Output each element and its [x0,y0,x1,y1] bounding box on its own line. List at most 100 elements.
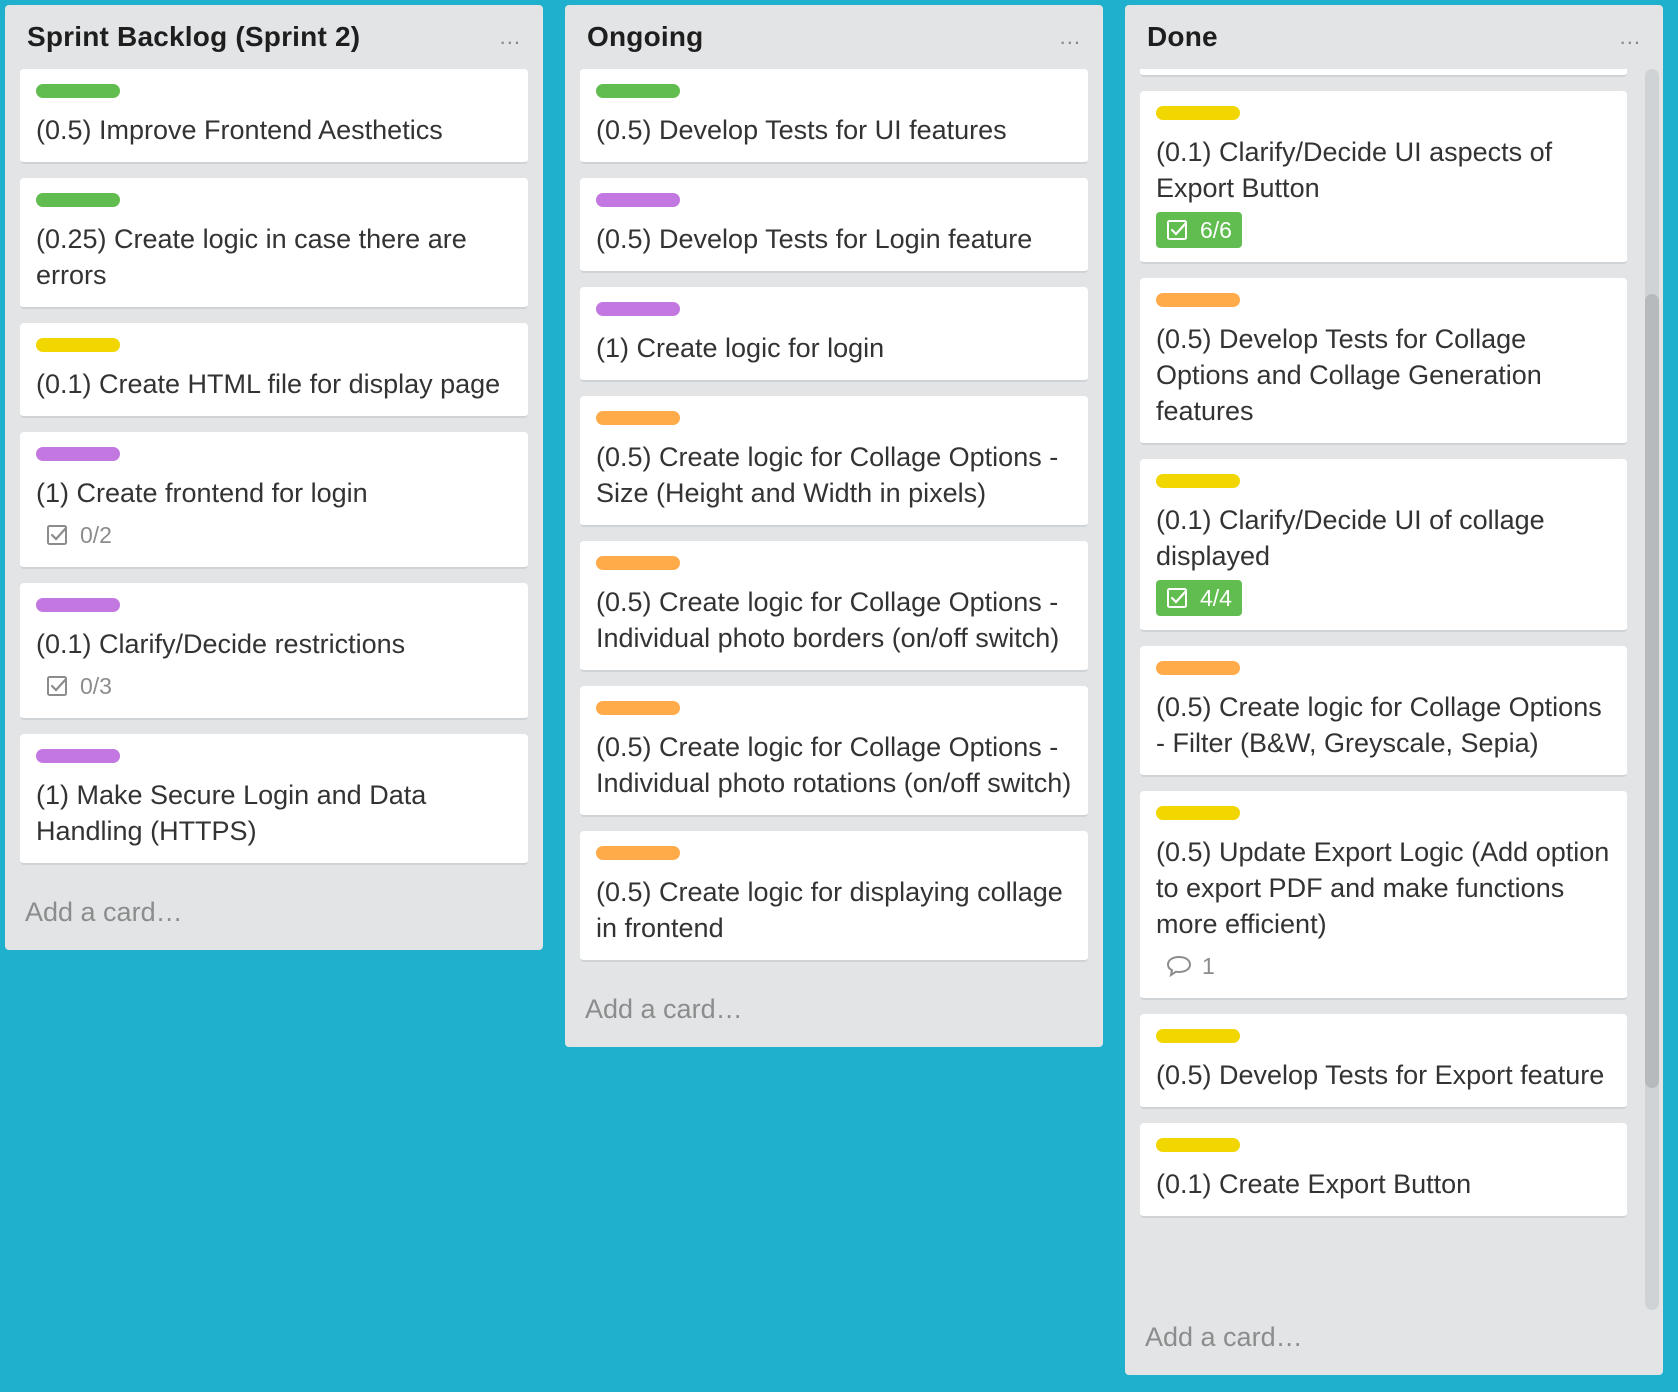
card-label-orange[interactable] [596,846,680,860]
ellipsis-icon[interactable]: ... [1620,26,1641,48]
card[interactable]: (0.5) Develop Tests for UI features [580,69,1088,164]
card-title: (0.5) Create logic for Collage Options -… [596,442,1059,508]
card-title: (0.25) Create logic in case there are er… [36,224,467,290]
card-label-yellow[interactable] [1156,106,1240,120]
list-done: Done ... (0.1) Clarify/Decide UI aspects… [1125,5,1663,1375]
checklist-icon [1167,220,1188,240]
checklist-icon [47,525,68,545]
card[interactable]: (0.5) Create logic for Collage Options -… [580,541,1088,672]
card-title: (1) Make Secure Login and Data Handling … [36,780,427,846]
card-title: (1) Create logic for login [596,333,885,363]
checklist-count: 0/3 [80,672,112,699]
card[interactable]: (0.5) Update Export Logic (Add option to… [1140,791,1627,1000]
card[interactable]: (0.5) Develop Tests for Login feature [580,178,1088,273]
card-label-yellow[interactable] [1156,474,1240,488]
card-title: (0.5) Update Export Logic (Add option to… [1156,837,1610,939]
card-partial[interactable] [1140,69,1627,77]
add-card-button[interactable]: Add a card… [565,976,1103,1047]
card[interactable]: (1) Make Secure Login and Data Handling … [20,734,528,865]
checklist-icon [47,676,68,696]
board: Sprint Backlog (Sprint 2) ... (0.5) Impr… [0,0,1678,1392]
checklist-badge: 0/2 [36,517,122,553]
card[interactable]: (0.1) Create HTML file for display page [20,323,528,418]
card-title: (1) Create frontend for login [36,478,368,508]
card-label-orange[interactable] [596,411,680,425]
card-label-yellow[interactable] [36,338,120,352]
list-header: Sprint Backlog (Sprint 2) ... [5,5,543,69]
card-label-orange[interactable] [1156,661,1240,675]
card-list: (0.5) Improve Frontend Aesthetics (0.25) … [5,69,543,865]
ellipsis-icon[interactable]: ... [500,26,521,48]
card[interactable]: (0.5) Create logic for Collage Options -… [580,686,1088,817]
card-badges: 0/2 [36,517,512,553]
checklist-badge: 0/3 [36,668,122,704]
card-title: (0.5) Develop Tests for Export feature [1156,1060,1605,1090]
card[interactable]: (0.1) Clarify/Decide restrictions 0/3 [20,583,528,720]
card-label-purple[interactable] [596,302,680,316]
list-title: Ongoing [587,21,704,52]
list-header: Ongoing ... [565,5,1103,69]
card-label-green[interactable] [36,84,120,98]
list-title: Done [1147,21,1218,52]
card-label-purple[interactable] [36,598,120,612]
card[interactable]: (1) Create frontend for login 0/2 [20,432,528,569]
card[interactable]: (0.5) Create logic for displaying collag… [580,831,1088,962]
card-title: (0.5) Create logic for Collage Options -… [596,587,1060,653]
card[interactable]: (0.5) Develop Tests for Collage Options … [1140,278,1627,445]
card-title: (0.1) Clarify/Decide UI of collage displ… [1156,505,1545,571]
card-label-green[interactable] [596,84,680,98]
card[interactable]: (0.1) Create Export Button [1140,1123,1627,1218]
card-badges: 4/4 [1156,580,1611,616]
scrollbar-thumb[interactable] [1645,294,1659,1088]
card-list: (0.5) Develop Tests for UI features (0.5)… [565,69,1103,962]
add-card-button[interactable]: Add a card… [1125,1310,1663,1375]
checklist-count: 4/4 [1200,584,1232,611]
card-label-purple[interactable] [36,749,120,763]
card-label-yellow[interactable] [1156,1029,1240,1043]
card-label-purple[interactable] [36,447,120,461]
list-title: Sprint Backlog (Sprint 2) [27,21,361,52]
card-badges: 1 [1156,948,1611,984]
card-title: (0.1) Create Export Button [1156,1169,1472,1199]
list-header: Done ... [1125,5,1663,69]
card-label-orange[interactable] [596,701,680,715]
card[interactable]: (0.5) Create logic for Collage Options -… [580,396,1088,527]
card-title: (0.1) Create HTML file for display page [36,369,501,399]
card-title: (0.5) Improve Frontend Aesthetics [36,115,443,145]
card-title: (0.5) Develop Tests for UI features [596,115,1007,145]
card[interactable]: (0.5) Improve Frontend Aesthetics [20,69,528,164]
card-label-yellow[interactable] [1156,806,1240,820]
comment-icon [1166,955,1192,977]
card-label-yellow[interactable] [1156,1138,1240,1152]
card-title: (0.5) Create logic for displaying collag… [596,877,1063,943]
card-badges: 6/6 [1156,212,1611,248]
card-label-orange[interactable] [1156,293,1240,307]
checklist-count: 6/6 [1200,216,1232,243]
card[interactable]: (0.5) Create logic for Collage Options -… [1140,646,1627,777]
checklist-count: 0/2 [80,521,112,548]
card-title: (0.5) Develop Tests for Login feature [596,224,1033,254]
scrollbar[interactable] [1645,69,1659,1310]
card-label-purple[interactable] [596,193,680,207]
card[interactable]: (0.1) Clarify/Decide UI of collage displ… [1140,459,1627,632]
card-title: (0.1) Clarify/Decide restrictions [36,629,406,659]
card-badges: 0/3 [36,668,512,704]
comments-badge: 1 [1156,948,1225,984]
checklist-icon [1167,588,1188,608]
card-list: (0.1) Clarify/Decide UI aspects of Expor… [1125,69,1663,1218]
card[interactable]: (0.1) Clarify/Decide UI aspects of Expor… [1140,91,1627,264]
comments-count: 1 [1202,952,1215,979]
checklist-badge: 6/6 [1156,212,1242,248]
card-title: (0.5) Create logic for Collage Options -… [1156,692,1602,758]
ellipsis-icon[interactable]: ... [1060,26,1081,48]
card-label-orange[interactable] [596,556,680,570]
list-sprint-backlog: Sprint Backlog (Sprint 2) ... (0.5) Impr… [5,5,543,950]
card-label-green[interactable] [36,193,120,207]
card[interactable]: (1) Create logic for login [580,287,1088,382]
add-card-button[interactable]: Add a card… [5,879,543,950]
scroll-area: (0.1) Clarify/Decide UI aspects of Expor… [1125,69,1663,1310]
card[interactable]: (0.5) Develop Tests for Export feature [1140,1014,1627,1109]
card-title: (0.5) Develop Tests for Collage Options … [1156,324,1542,426]
card[interactable]: (0.25) Create logic in case there are er… [20,178,528,309]
card-title: (0.1) Clarify/Decide UI aspects of Expor… [1156,137,1553,203]
